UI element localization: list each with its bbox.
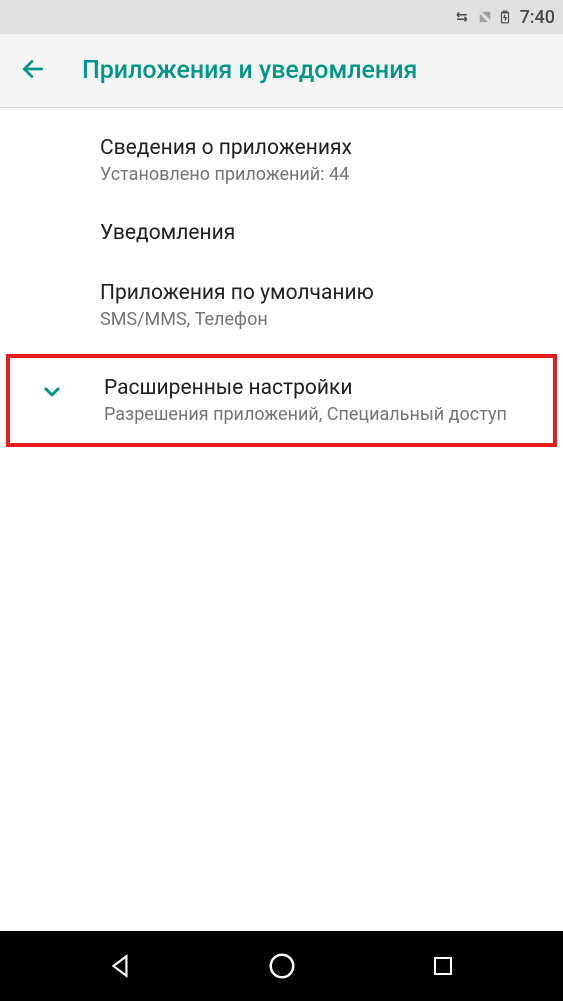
nav-back-button[interactable] — [81, 941, 161, 991]
data-sync-icon — [454, 8, 472, 26]
advanced-settings-item[interactable]: Расширенные настройки Разрешения приложе… — [6, 354, 557, 447]
item-title: Сведения о приложениях — [100, 136, 543, 160]
no-sim-icon — [476, 8, 494, 26]
settings-list: Сведения о приложениях Установлено прило… — [0, 108, 563, 931]
default-apps-item[interactable]: Приложения по умолчанию SMS/MMS, Телефон — [0, 263, 563, 348]
status-time: 7:40 — [520, 7, 555, 28]
navigation-bar — [0, 931, 563, 1001]
item-title: Уведомления — [100, 221, 543, 245]
app-info-item[interactable]: Сведения о приложениях Установлено прило… — [0, 118, 563, 203]
item-title: Расширенные настройки — [104, 376, 537, 400]
item-subtitle: Установлено приложений: 44 — [100, 164, 543, 185]
app-bar: Приложения и уведомления — [0, 34, 563, 108]
back-button[interactable] — [20, 56, 46, 86]
battery-charging-icon — [498, 7, 512, 27]
status-bar: 7:40 — [0, 0, 563, 34]
notifications-item[interactable]: Уведомления — [0, 203, 563, 263]
item-title: Приложения по умолчанию — [100, 281, 543, 305]
item-subtitle: SMS/MMS, Телефон — [100, 309, 543, 330]
nav-home-button[interactable] — [242, 941, 322, 991]
item-subtitle: Разрешения приложений, Специальный досту… — [104, 404, 537, 425]
page-title: Приложения и уведомления — [82, 56, 417, 85]
nav-recent-button[interactable] — [403, 941, 483, 991]
chevron-down-icon — [40, 380, 64, 408]
